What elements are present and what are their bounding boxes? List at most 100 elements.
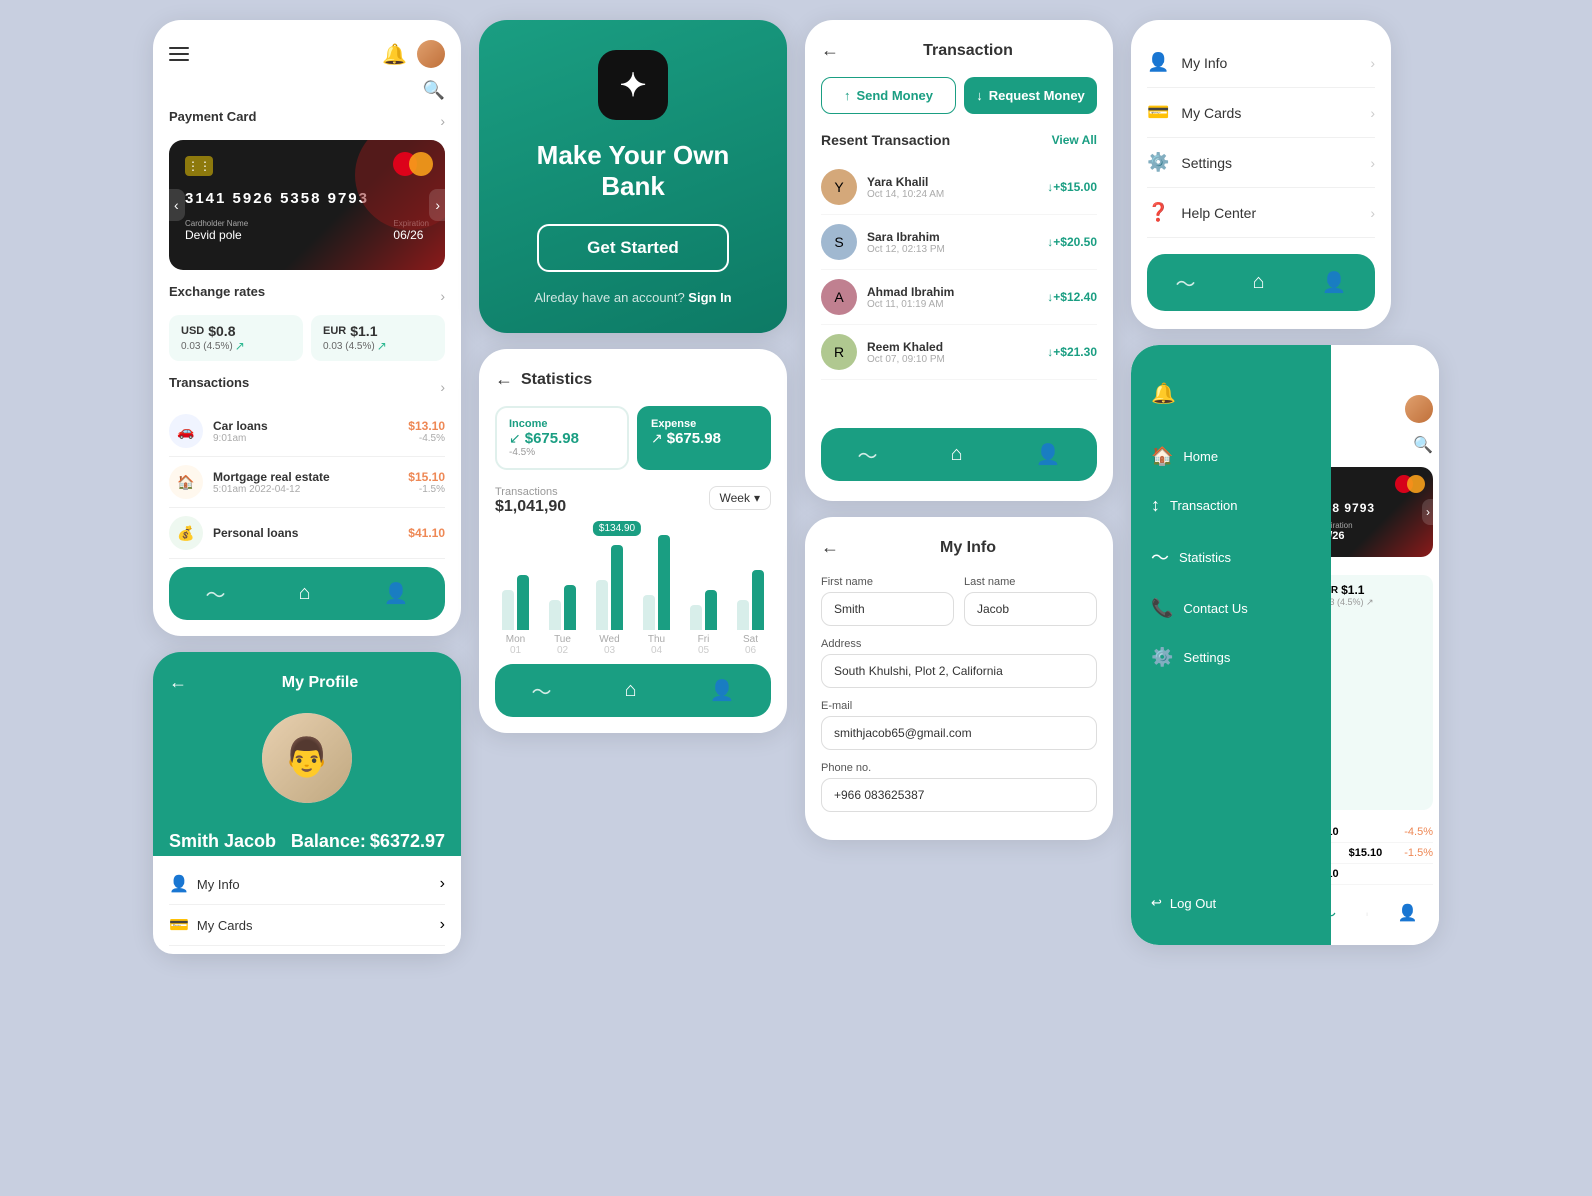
usd-currency: USD — [181, 325, 204, 337]
first-name-field: First name — [821, 576, 954, 626]
transaction-back-arrow[interactable]: ← — [821, 40, 839, 61]
side-menu-home[interactable]: 🏠 Home — [1131, 432, 1331, 481]
settings-my-cards[interactable]: 💳 My Cards › — [1147, 88, 1375, 138]
settings-settings[interactable]: ⚙️ Settings › — [1147, 138, 1375, 188]
day-mon-label: Mon — [506, 634, 525, 645]
side-nav-profile-icon[interactable]: 👤 — [1398, 903, 1418, 923]
transaction-screen: ← Transaction ↑ Send Money ↓ Request Mon… — [805, 20, 1113, 501]
tx-nav-home-icon[interactable]: ⌂ — [951, 443, 963, 466]
view-all-link[interactable]: View All — [1052, 133, 1097, 147]
week-selector[interactable]: Week ▾ — [709, 486, 772, 510]
settings-nav-profile-icon[interactable]: 👤 — [1322, 270, 1347, 295]
side-navigation-menu: 🔔 🏠 Home ↕ Transaction 〜 Statistics 📞 Co… — [1131, 345, 1331, 945]
side-avatar[interactable] — [1405, 395, 1433, 423]
mortgage-info: Mortgage real estate 5:01am 2022-04-12 — [213, 470, 398, 495]
payment-card-chevron[interactable]: › — [440, 113, 445, 129]
settings-nav-home-icon[interactable]: ⌂ — [1253, 271, 1265, 294]
sara-info: Sara Ibrahim Oct 12, 02:13 PM — [867, 230, 1037, 255]
mini-expiry-label: Expiration — [1317, 521, 1421, 530]
exchange-chevron[interactable]: › — [440, 288, 445, 304]
profile-back-arrow[interactable]: ← — [169, 672, 187, 693]
last-name-field: Last name — [964, 576, 1097, 626]
nav-stats-icon[interactable]: 〜 — [206, 579, 226, 608]
side-search-icon[interactable]: 🔍 — [1413, 437, 1433, 454]
avatar[interactable] — [417, 40, 445, 68]
notification-icon[interactable]: 🔔 — [382, 42, 407, 67]
mastercard-logo — [393, 152, 433, 176]
settings-menu-icon: ⚙️ — [1151, 647, 1173, 668]
stats-back-arrow[interactable]: ← — [495, 369, 513, 390]
logout-label: Log Out — [1170, 896, 1216, 911]
stats-nav-profile-icon[interactable]: 👤 — [710, 678, 735, 703]
car-loans-change: -4.5% — [408, 433, 445, 444]
last-name-input[interactable] — [964, 592, 1097, 626]
first-name-input[interactable] — [821, 592, 954, 626]
email-input[interactable] — [821, 716, 1097, 750]
stats-nav-home-icon[interactable]: ⌂ — [625, 679, 637, 702]
ahmad-info: Ahmad Ibrahim Oct 11, 01:19 AM — [867, 285, 1037, 310]
column-1: 🔔 🔍 Payment Card › ‹ ⋮⋮ 3141 5926 5358 9… — [153, 20, 461, 954]
mini-card-arrow[interactable]: › — [1422, 499, 1433, 525]
my-info-back-arrow[interactable]: ← — [821, 537, 839, 558]
eur-box: EUR $1.1 0.03 (4.5%) ↗ — [311, 315, 445, 361]
card-right-arrow[interactable]: › — [429, 189, 445, 221]
profile-my-cards[interactable]: 💳 My Cards › — [169, 905, 445, 946]
bar-fri-dark — [705, 590, 717, 630]
mortgage-time: 5:01am 2022-04-12 — [213, 484, 398, 495]
side-bell-icon[interactable]: 🔔 — [1151, 381, 1176, 406]
phone-input[interactable] — [821, 778, 1097, 812]
name-row: First name Last name — [821, 576, 1097, 626]
day-sat-num: 06 — [745, 645, 756, 656]
get-started-button[interactable]: Get Started — [537, 224, 729, 272]
yara-avatar: Y — [821, 169, 857, 205]
mini-card-number: 358 9793 — [1317, 501, 1421, 515]
settings-help-center[interactable]: ❓ Help Center › — [1147, 188, 1375, 238]
ahmad-date: Oct 11, 01:19 AM — [867, 299, 1037, 310]
settings-nav-stats-icon[interactable]: 〜 — [1176, 268, 1196, 297]
chart-label-group: Transactions $1,041,90 — [495, 486, 566, 516]
menu-icon[interactable] — [169, 47, 189, 61]
my-profile-card: ← My Profile 👨 Smith Jacob Balance: $637… — [153, 652, 461, 954]
personal-loans-amount: $41.10 — [408, 526, 445, 540]
bank-signin-link[interactable]: Sign In — [688, 290, 731, 305]
side-menu-transaction[interactable]: ↕ Transaction — [1131, 481, 1331, 530]
side-menu-settings[interactable]: ⚙️ Settings — [1131, 633, 1331, 682]
search-icon[interactable]: 🔍 — [423, 80, 445, 100]
logout-item[interactable]: ↩ Log Out — [1131, 881, 1331, 925]
yara-amount: ↓+$15.00 — [1047, 180, 1097, 194]
transactions-chevron[interactable]: › — [440, 379, 445, 395]
card-left-arrow[interactable]: ‹ — [169, 189, 185, 221]
bar-group-tue: Tue 02 — [542, 520, 583, 656]
settings-my-cards-label: My Cards — [1181, 105, 1241, 121]
profile-my-info-text: 👤 My Info — [169, 874, 240, 894]
phone-group: Phone no. — [821, 762, 1097, 812]
request-money-button[interactable]: ↓ Request Money — [964, 77, 1097, 114]
payment-card-section-header: Payment Card › — [169, 109, 445, 132]
address-input[interactable] — [821, 654, 1097, 688]
profile-name: Smith Jacob — [169, 831, 276, 852]
bank-signin-text: Alreday have an account? — [534, 290, 684, 305]
side-menu-contact[interactable]: 📞 Contact Us — [1131, 584, 1331, 633]
yara-date: Oct 14, 10:24 AM — [867, 189, 1037, 200]
settings-my-info[interactable]: 👤 My Info › — [1147, 38, 1375, 88]
week-label: Week — [720, 491, 750, 505]
bar-group-sat: Sat 06 — [730, 520, 771, 656]
tx-nav-profile-icon[interactable]: 👤 — [1036, 442, 1061, 467]
profile-my-info[interactable]: 👤 My Info › — [169, 864, 445, 905]
logout-icon: ↩ — [1151, 895, 1162, 911]
header-right: 🔔 — [382, 40, 445, 68]
bar-group-mon: Mon 01 — [495, 520, 536, 656]
column-4: 👤 My Info › 💳 My Cards › ⚙️ Settings › ❓… — [1131, 20, 1439, 945]
nav-home-icon[interactable]: ⌂ — [299, 582, 311, 605]
nav-profile-icon[interactable]: 👤 — [384, 581, 409, 606]
tx-nav-stats-icon[interactable]: 〜 — [858, 440, 878, 469]
side-menu-statistics[interactable]: 〜 Statistics — [1131, 530, 1331, 584]
card-chip: ⋮⋮ — [185, 156, 213, 176]
income-label: Income — [509, 418, 615, 430]
transaction-item-2: 🏠 Mortgage real estate 5:01am 2022-04-12… — [169, 457, 445, 508]
settings-settings-chevron: › — [1370, 155, 1375, 171]
stats-nav-stats-icon[interactable]: 〜 — [532, 676, 552, 705]
settings-my-info-chevron: › — [1370, 55, 1375, 71]
send-money-button[interactable]: ↑ Send Money — [821, 77, 956, 114]
tx-bottom-nav: 〜 ⌂ 👤 — [821, 428, 1097, 481]
